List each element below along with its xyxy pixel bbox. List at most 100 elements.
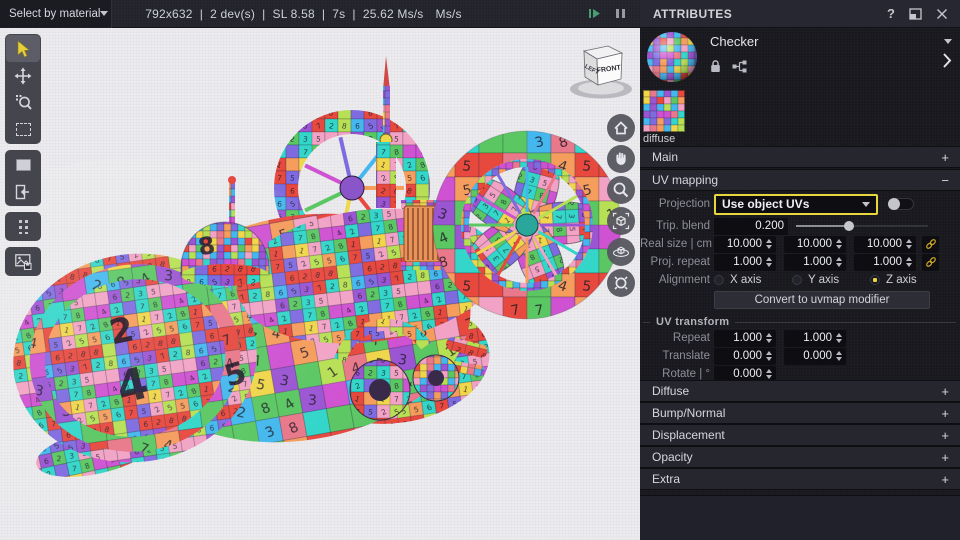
move-tool-button[interactable]	[6, 62, 40, 89]
render-viewport: 4 2 5 8 LEFT FRONT	[0, 28, 640, 540]
select-tool-button[interactable]	[6, 35, 40, 62]
exit-region-tool-button[interactable]	[6, 178, 40, 205]
diffuse-texture-thumbnail[interactable]	[643, 90, 685, 132]
section-uv-mapping[interactable]: UV mapping −	[640, 169, 960, 191]
projection-dropdown[interactable]: Use object UVs	[714, 193, 878, 215]
spinner[interactable]	[766, 257, 772, 267]
select-mode-dropdown[interactable]: Select by material	[0, 0, 112, 28]
expand-icon: +	[941, 449, 949, 465]
expand-icon: +	[941, 149, 949, 165]
model-front-wheel	[432, 130, 622, 320]
real-size-row: Real size | cm 10.000 10.000 10.000	[640, 235, 960, 253]
proj-repeat-y-field[interactable]: 1.000	[784, 253, 846, 271]
uv-translate-u-field[interactable]: 0.000	[714, 347, 776, 365]
toolbar-group-save	[5, 247, 41, 276]
marquee-select-tool-button[interactable]	[6, 116, 40, 143]
real-size-y-field[interactable]: 10.000	[784, 235, 846, 253]
convert-to-uvmap-button[interactable]: Convert to uvmap modifier	[714, 291, 930, 309]
alignment-row: Alignment X axis Y axis Z axis	[640, 271, 960, 288]
uv-mapping-content: Projection Use object UVs Trip. blend 0.…	[640, 191, 960, 380]
material-name-dropdown[interactable]: Checker	[710, 34, 952, 49]
home-view-button[interactable]	[607, 114, 635, 142]
chevron-down-icon	[862, 201, 870, 207]
trip-blend-value-field[interactable]: 0.200	[714, 217, 788, 235]
viewport-nav-buttons	[607, 114, 635, 297]
door-arrow-icon	[15, 184, 29, 199]
node-graph-icon[interactable]	[732, 60, 747, 73]
uv-repeat-v-field[interactable]: 1.000	[784, 329, 846, 347]
spinner[interactable]	[836, 239, 842, 249]
spinner[interactable]	[836, 351, 842, 361]
uv-repeat-u-field[interactable]: 1.000	[714, 329, 776, 347]
section-opacity[interactable]: Opacity +	[640, 446, 960, 468]
alignment-y-option[interactable]: Y axis	[792, 274, 870, 286]
expand-icon: +	[941, 383, 949, 399]
zoom-region-tool-button[interactable]	[6, 89, 40, 116]
frame-object-button[interactable]	[607, 207, 635, 235]
toolbar-group-region	[5, 150, 41, 206]
radio-icon	[714, 274, 724, 285]
viewport-3d-scene[interactable]: 4 2 5 8	[0, 28, 640, 540]
texture-slot-label: diffuse	[643, 133, 676, 145]
dock-window-icon[interactable]	[909, 7, 922, 20]
toolbar-group-select	[5, 34, 41, 144]
help-icon[interactable]: ?	[887, 6, 895, 21]
cursor-icon	[17, 39, 30, 57]
proj-repeat-z-field[interactable]: 1.000	[854, 253, 916, 271]
slider-knob[interactable]	[843, 221, 854, 231]
uv-translate-v-field[interactable]: 0.000	[784, 347, 846, 365]
collapse-icon: −	[941, 172, 949, 188]
home-icon	[614, 121, 628, 135]
save-image-tool-button[interactable]	[6, 248, 40, 275]
texture-slot-block: diffuse	[640, 90, 960, 146]
real-size-z-field[interactable]: 10.000	[854, 235, 916, 253]
orbit-view-button[interactable]	[607, 238, 635, 266]
attributes-panel: ATTRIBUTES ? Checker diffuse Main + UV m…	[640, 0, 960, 540]
uv-rotate-row: Rotate | ° 0.000	[640, 365, 960, 380]
chain-link-icon	[925, 257, 936, 267]
section-displacement[interactable]: Displacement +	[640, 424, 960, 446]
section-main[interactable]: Main +	[640, 146, 960, 168]
resume-render-icon[interactable]	[588, 7, 601, 20]
spinner[interactable]	[906, 257, 912, 267]
focus-ring-icon	[614, 276, 628, 290]
viewport-toolbar	[5, 34, 41, 276]
view-cube[interactable]: LEFT FRONT	[562, 36, 640, 102]
trip-blend-slider[interactable]	[796, 220, 928, 232]
close-icon[interactable]	[936, 8, 948, 20]
section-diffuse[interactable]: Diffuse +	[640, 380, 960, 402]
projection-toggle[interactable]	[888, 198, 914, 210]
toolbar-group-pixels	[5, 212, 41, 241]
alignment-x-option[interactable]: X axis	[714, 274, 792, 286]
focus-view-button[interactable]	[607, 269, 635, 297]
spinner[interactable]	[766, 239, 772, 249]
expand-material-chevron-icon[interactable]	[942, 52, 952, 69]
section-extra[interactable]: Extra +	[640, 468, 960, 490]
alignment-z-option[interactable]: Z axis	[870, 274, 948, 286]
zoom-view-button[interactable]	[607, 176, 635, 204]
uv-rotate-field[interactable]: 0.000	[714, 365, 776, 380]
spinner[interactable]	[836, 257, 842, 267]
spinner[interactable]	[766, 369, 772, 379]
chevron-down-icon	[944, 39, 952, 44]
link-values-button[interactable]	[922, 253, 939, 271]
render-controls	[588, 7, 640, 20]
proj-repeat-x-field[interactable]: 1.000	[714, 253, 776, 271]
section-bump-normal[interactable]: Bump/Normal +	[640, 402, 960, 424]
material-preview-sphere[interactable]	[646, 31, 698, 83]
spinner[interactable]	[766, 351, 772, 361]
render-rate-unit: Ms/s	[435, 6, 462, 21]
spinner[interactable]	[766, 333, 772, 343]
real-size-x-field[interactable]: 10.000	[714, 235, 776, 253]
pan-view-button[interactable]	[607, 145, 635, 173]
hand-icon	[616, 152, 626, 165]
spinner[interactable]	[906, 239, 912, 249]
render-region-tool-button[interactable]	[6, 151, 40, 178]
pause-render-icon[interactable]	[615, 7, 626, 20]
uv-transform-heading: UV transform	[640, 315, 960, 329]
link-values-button[interactable]	[922, 235, 939, 253]
lock-icon[interactable]	[710, 60, 721, 73]
pixel-grid-tool-button[interactable]	[6, 213, 40, 240]
spinner[interactable]	[836, 333, 842, 343]
chain-link-icon	[925, 239, 936, 249]
